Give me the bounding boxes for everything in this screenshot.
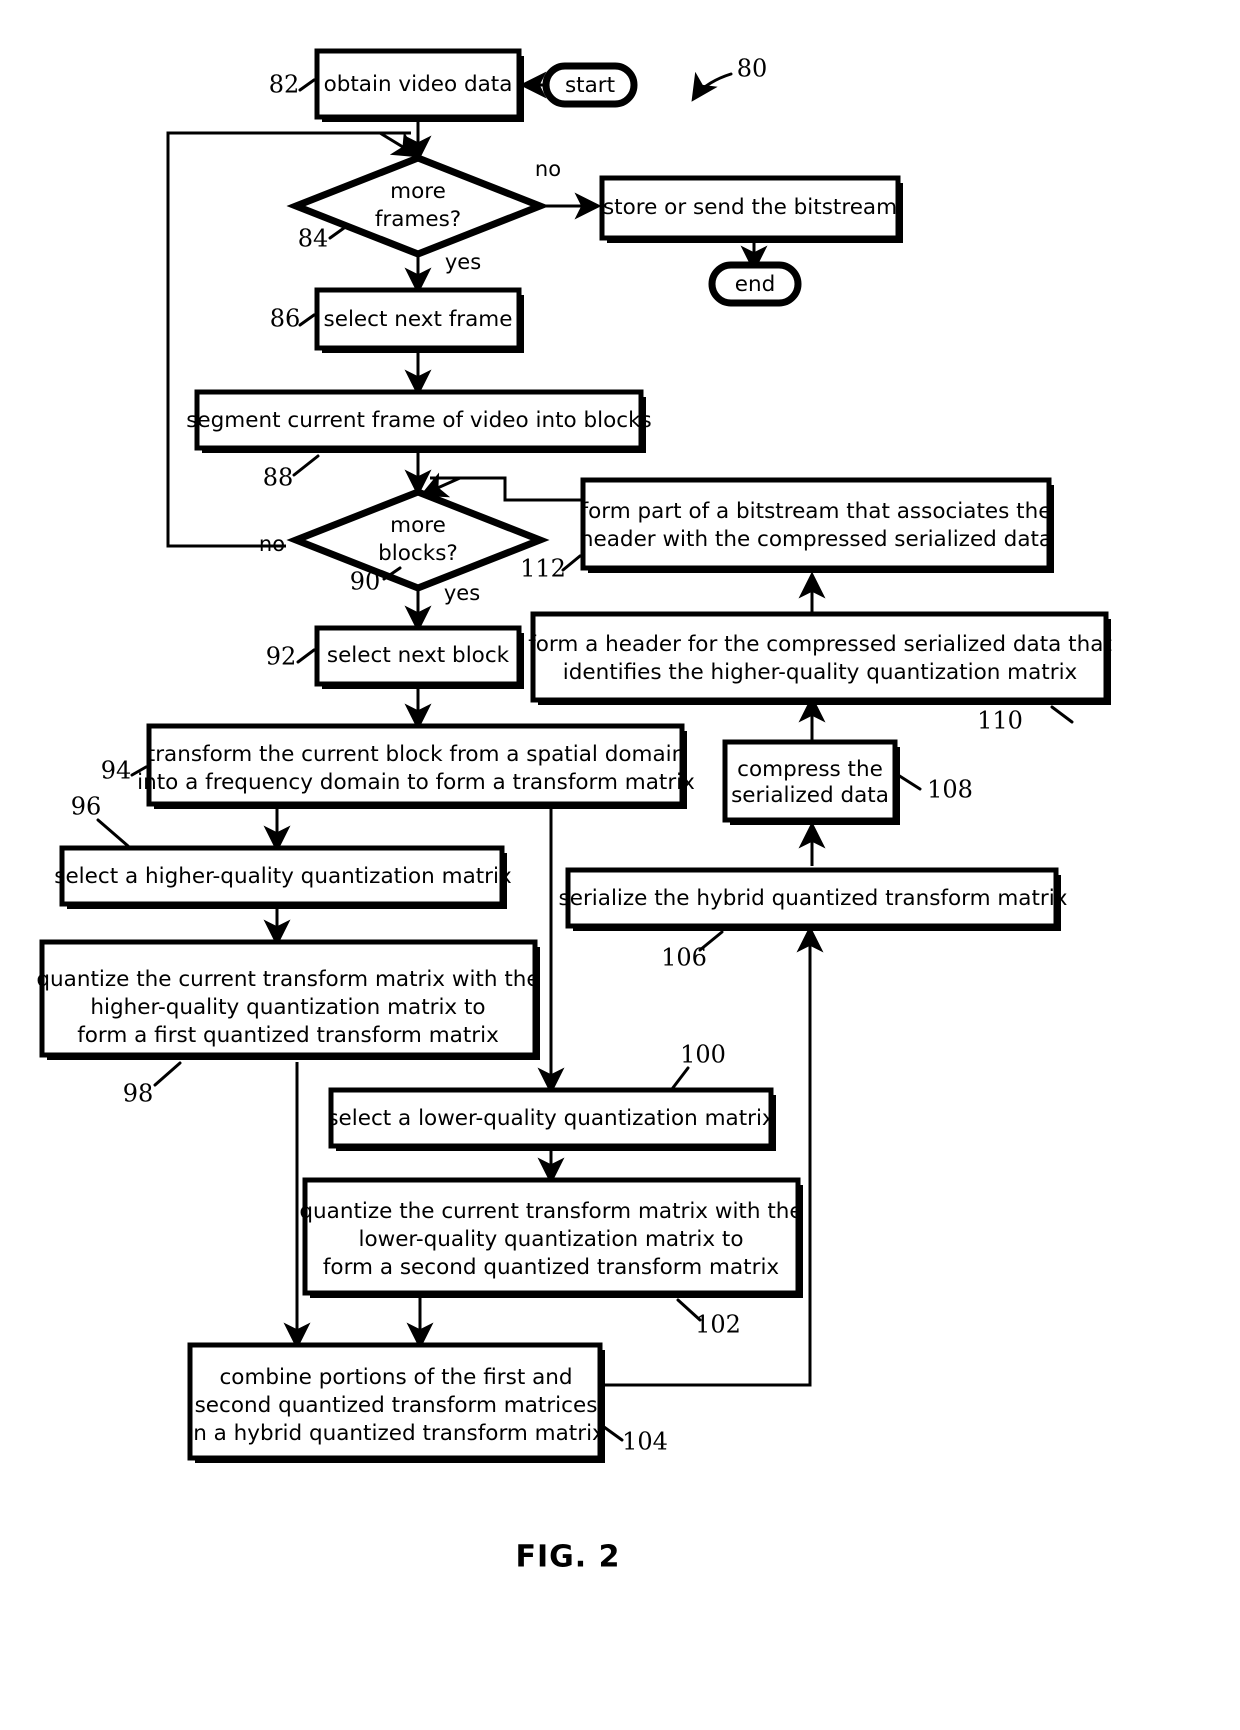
node-text-select-frame: select next frame xyxy=(324,307,513,332)
node-form-header: form a header for the compressed seriali… xyxy=(528,611,1112,735)
edge-more-blocks-no-arrowhead xyxy=(379,131,420,158)
node-text-quantize-low-3: form a second quantized transform matrix xyxy=(323,1255,780,1280)
ref-86: 86 xyxy=(270,305,301,333)
node-form-bitstream: form part of a bitstream that associates… xyxy=(520,477,1054,583)
node-obtain-video-data: obtain video data 82 xyxy=(269,48,524,122)
ref-90: 90 xyxy=(350,568,381,596)
node-text-header-1: form a header for the compressed seriali… xyxy=(528,632,1112,657)
node-text-more-blocks-2: blocks? xyxy=(378,541,458,566)
node-text-transform-2: into a frequency domain to form a transf… xyxy=(137,770,695,795)
terminator-end: end xyxy=(708,261,802,307)
edge-label-blocks-yes: yes xyxy=(444,581,480,605)
flowchart-svg: obtain video data 82 start 80 more frame… xyxy=(36,48,1112,1575)
node-text-compress-1: compress the xyxy=(737,757,883,782)
node-select-next-frame: select next frame 86 xyxy=(270,287,524,353)
node-combine: combine portions of the first and second… xyxy=(187,1342,668,1463)
ref-96: 96 xyxy=(71,793,102,821)
ref-104: 104 xyxy=(622,1428,668,1456)
node-text-transform-1: transform the current block from a spati… xyxy=(147,742,685,767)
node-text-combine-1: combine portions of the first and xyxy=(219,1365,572,1390)
figure-container: obtain video data 82 start 80 more frame… xyxy=(0,0,1240,1730)
ref-84: 84 xyxy=(298,225,329,253)
node-compress: compress the serialized data 108 xyxy=(722,739,973,825)
end-label: end xyxy=(735,272,776,297)
node-transform-block: transform the current block from a spati… xyxy=(101,723,695,809)
ref-100: 100 xyxy=(680,1041,726,1069)
node-text-more-blocks-1: more xyxy=(390,513,446,538)
figure-ref-80: 80 xyxy=(691,55,768,102)
ref-110: 110 xyxy=(977,707,1023,735)
node-text-bitstream-1: form part of a bitstream that associates… xyxy=(581,499,1052,524)
ref-98: 98 xyxy=(123,1080,154,1108)
edge-bitstream-loop-arrowhead xyxy=(419,472,461,498)
node-text-select-low: select a lower-quality quantization matr… xyxy=(327,1106,775,1131)
start-label: start xyxy=(565,73,615,98)
node-text-compress-2: serialized data xyxy=(731,783,889,808)
node-quantize-lower: quantize the current transform matrix wi… xyxy=(299,1177,803,1339)
node-text-combine-3: in a hybrid quantized transform matrix xyxy=(187,1421,605,1446)
node-text-select-block: select next block xyxy=(327,643,510,668)
node-text-bitstream-2: header with the compressed serialized da… xyxy=(580,527,1052,552)
node-serialize: serialize the hybrid quantized transform… xyxy=(559,867,1068,972)
node-more-frames: more frames? 84 no yes xyxy=(286,154,561,274)
node-text-quantize-high-1: quantize the current transform matrix wi… xyxy=(36,967,539,992)
node-text-quantize-high-2: higher-quality quantization matrix to xyxy=(90,995,485,1020)
node-text-segment: segment current frame of video into bloc… xyxy=(186,408,652,433)
node-text-serialize: serialize the hybrid quantized transform… xyxy=(559,886,1068,911)
node-select-higher-quality: select a higher-quality quantization mat… xyxy=(54,793,512,909)
node-quantize-higher: quantize the current transform matrix wi… xyxy=(36,939,540,1108)
edge-label-frames-yes: yes xyxy=(445,250,481,274)
node-text-more-frames-1: more xyxy=(390,179,446,204)
ref-92: 92 xyxy=(266,643,297,671)
node-select-next-block: select next block 92 xyxy=(266,625,524,689)
ref-112: 112 xyxy=(520,555,566,583)
ref-80: 80 xyxy=(737,55,768,83)
ref-94: 94 xyxy=(101,757,132,785)
node-text-quantize-low-1: quantize the current transform matrix wi… xyxy=(299,1199,802,1224)
node-text-combine-2: second quantized transform matrices xyxy=(195,1393,598,1418)
node-text-quantize-high-3: form a first quantized transform matrix xyxy=(77,1023,499,1048)
edge-label-blocks-no: no xyxy=(259,532,285,556)
node-text-more-frames-2: frames? xyxy=(375,207,461,232)
ref-102: 102 xyxy=(695,1311,741,1339)
node-text-select-high: select a higher-quality quantization mat… xyxy=(54,864,512,889)
node-text-quantize-low-2: lower-quality quantization matrix to xyxy=(358,1227,743,1252)
node-text-header-2: identifies the higher-quality quantizati… xyxy=(563,660,1078,685)
edge-label-frames-no: no xyxy=(535,157,561,181)
node-more-blocks: more blocks? 90 no yes xyxy=(259,488,550,605)
terminator-start: start xyxy=(519,62,638,108)
ref-106: 106 xyxy=(661,944,707,972)
ref-82: 82 xyxy=(269,71,300,99)
node-store-or-send: store or send the bitstream xyxy=(599,175,903,243)
ref-108: 108 xyxy=(927,776,973,804)
node-text-store-send: store or send the bitstream xyxy=(603,195,897,220)
figure-caption: FIG. 2 xyxy=(516,1540,621,1575)
node-text-obtain: obtain video data xyxy=(324,72,513,97)
ref-88: 88 xyxy=(263,464,294,492)
